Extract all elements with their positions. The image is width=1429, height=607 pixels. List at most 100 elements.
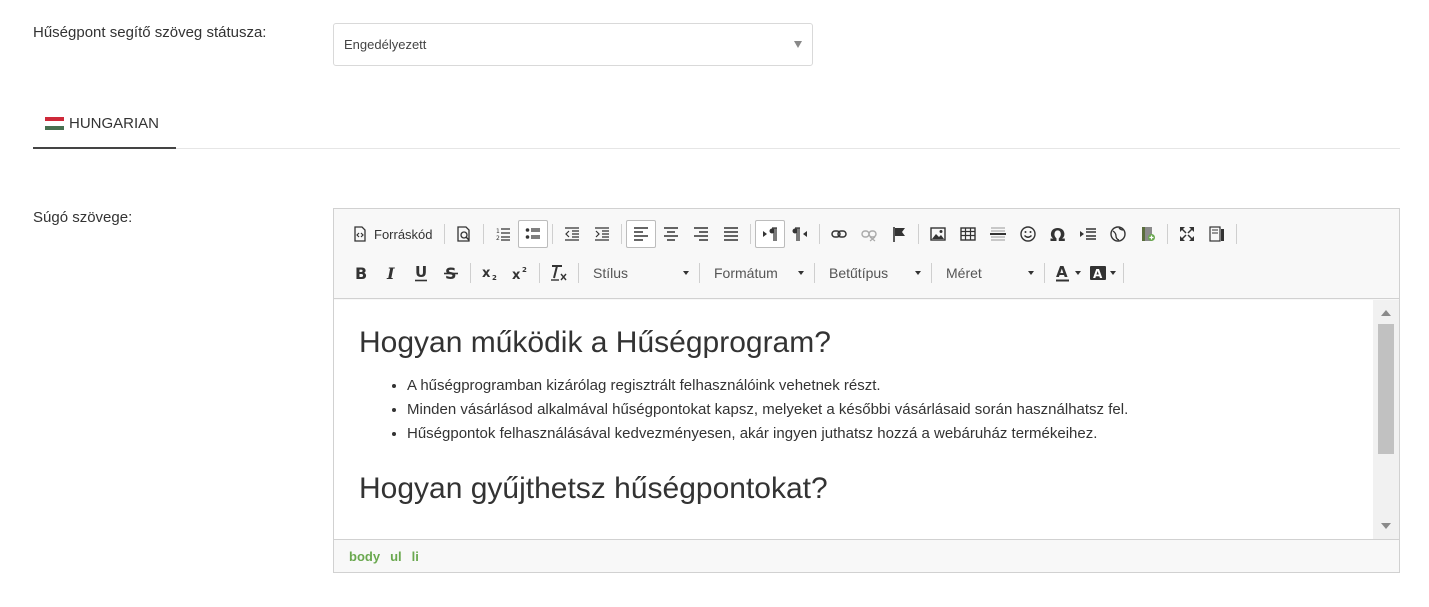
format-combo[interactable]: Formátum <box>704 259 810 287</box>
subscript-icon: x2 <box>482 266 497 281</box>
page-break-button[interactable] <box>1073 220 1103 248</box>
remove-format-button[interactable] <box>544 259 574 287</box>
text-color-icon: A <box>1056 264 1069 282</box>
subscript-button[interactable]: x2 <box>475 259 505 287</box>
maximize-button[interactable] <box>1172 220 1202 248</box>
align-left-button[interactable] <box>625 220 656 248</box>
size-combo-label: Méret <box>946 265 982 281</box>
justify-button[interactable] <box>716 220 746 248</box>
chevron-down-icon <box>798 271 804 275</box>
superscript-button[interactable]: x2 <box>505 259 535 287</box>
hungary-flag-icon <box>45 116 64 131</box>
iframe-button[interactable] <box>1103 220 1133 248</box>
svg-text:2: 2 <box>496 235 500 242</box>
align-center-icon <box>663 227 678 241</box>
globe-icon <box>1109 226 1126 242</box>
numbered-list-button[interactable]: 12 <box>488 220 518 248</box>
align-right-icon <box>693 227 708 241</box>
svg-text:B: B <box>355 265 367 281</box>
ltr-button[interactable] <box>754 220 785 248</box>
indent-icon <box>594 227 609 241</box>
scroll-up-icon[interactable] <box>1381 310 1391 316</box>
chevron-down-icon <box>1110 271 1116 275</box>
smiley-button[interactable] <box>1013 220 1043 248</box>
toolbar-row-1: Forráskód 12 Ω <box>346 219 1241 249</box>
style-combo-label: Stílus <box>593 265 629 281</box>
text-direction-rtl-icon <box>792 227 807 241</box>
rich-text-editor: Forráskód 12 Ω B I U S x 2 x 2 Stílus Fo… <box>333 208 1400 573</box>
editor-toolbar: Forráskód 12 Ω B I U S x 2 x 2 Stílus Fo… <box>334 209 1399 299</box>
chevron-down-icon <box>1028 271 1034 275</box>
toolbar-separator <box>931 263 932 283</box>
template-button[interactable] <box>1133 220 1163 248</box>
horizontal-line-button[interactable] <box>983 220 1013 248</box>
scroll-down-icon[interactable] <box>1381 523 1391 529</box>
justify-icon <box>723 227 738 241</box>
preview-button[interactable] <box>449 220 479 248</box>
outdent-button[interactable] <box>557 220 587 248</box>
show-blocks-button[interactable] <box>1202 220 1232 248</box>
format-combo-label: Formátum <box>714 265 778 281</box>
unlink-button[interactable] <box>854 220 884 248</box>
svg-text:x: x <box>512 268 521 281</box>
indent-button[interactable] <box>587 220 617 248</box>
bg-color-button[interactable]: A <box>1084 259 1119 287</box>
strikethrough-button[interactable]: S <box>436 259 466 287</box>
language-tabs: HUNGARIAN <box>33 100 1400 149</box>
bulleted-list-button[interactable] <box>517 220 548 248</box>
list-item: Minden vásárlásod alkalmával hűségpontok… <box>407 398 1359 422</box>
path-item-body[interactable]: body <box>349 549 380 564</box>
align-right-button[interactable] <box>686 220 716 248</box>
image-icon <box>929 227 946 241</box>
horizontal-line-icon <box>989 227 1006 241</box>
toolbar-row-2: B I U S x2 x2 Stílus Formátum Betűtípus … <box>346 258 1128 288</box>
text-direction-ltr-icon <box>762 227 777 241</box>
align-center-button[interactable] <box>656 220 686 248</box>
bold-icon: B <box>355 265 367 281</box>
special-char-button[interactable]: Ω <box>1043 220 1073 248</box>
smiley-icon <box>1019 226 1036 242</box>
omega-icon: Ω <box>1050 225 1065 243</box>
source-label: Forráskód <box>374 226 433 242</box>
status-select[interactable]: Engedélyezett <box>333 23 813 66</box>
style-combo[interactable]: Stílus <box>583 259 695 287</box>
link-button[interactable] <box>824 220 854 248</box>
rtl-button[interactable] <box>785 220 815 248</box>
editor-scrollbar[interactable] <box>1373 300 1399 540</box>
font-combo[interactable]: Betűtípus <box>819 259 927 287</box>
toolbar-separator <box>539 263 540 283</box>
chevron-down-icon <box>915 271 921 275</box>
italic-icon: I <box>386 265 395 281</box>
chevron-down-icon <box>794 41 802 48</box>
table-button[interactable] <box>953 220 983 248</box>
path-item-li[interactable]: li <box>412 549 419 564</box>
content-heading-1: Hogyan működik a Hűségprogram? <box>359 326 831 359</box>
text-color-button[interactable]: A <box>1049 259 1084 287</box>
toolbar-separator <box>578 263 579 283</box>
image-button[interactable] <box>923 220 953 248</box>
italic-button[interactable]: I <box>376 259 406 287</box>
link-icon <box>830 230 847 238</box>
underline-icon: U <box>415 264 427 282</box>
page-break-icon <box>1079 228 1096 240</box>
editor-content[interactable]: Hogyan működik a Hűségprogram? A hűségpr… <box>334 300 1399 540</box>
remove-format-icon <box>551 265 567 281</box>
chevron-down-icon <box>683 271 689 275</box>
underline-button[interactable]: U <box>406 259 436 287</box>
size-combo[interactable]: Méret <box>936 259 1040 287</box>
toolbar-separator <box>1166 224 1168 244</box>
bold-button[interactable]: B <box>346 259 376 287</box>
toolbar-separator <box>1123 263 1124 283</box>
toolbar-separator <box>917 224 919 244</box>
element-path-bar: body ul li <box>334 539 1399 572</box>
tab-hungarian[interactable]: HUNGARIAN <box>33 100 176 149</box>
show-blocks-icon <box>1208 226 1224 242</box>
path-item-ul[interactable]: ul <box>390 549 402 564</box>
anchor-button[interactable] <box>884 220 914 248</box>
background-color-icon: A <box>1090 266 1106 281</box>
help-text-label: Súgó szövege: <box>33 209 133 226</box>
editor-document: Hogyan működik a Hűségprogram? A hűségpr… <box>359 300 1359 520</box>
toolbar-separator <box>814 263 815 283</box>
scroll-thumb[interactable] <box>1378 324 1394 454</box>
source-button[interactable]: Forráskód <box>346 220 440 248</box>
